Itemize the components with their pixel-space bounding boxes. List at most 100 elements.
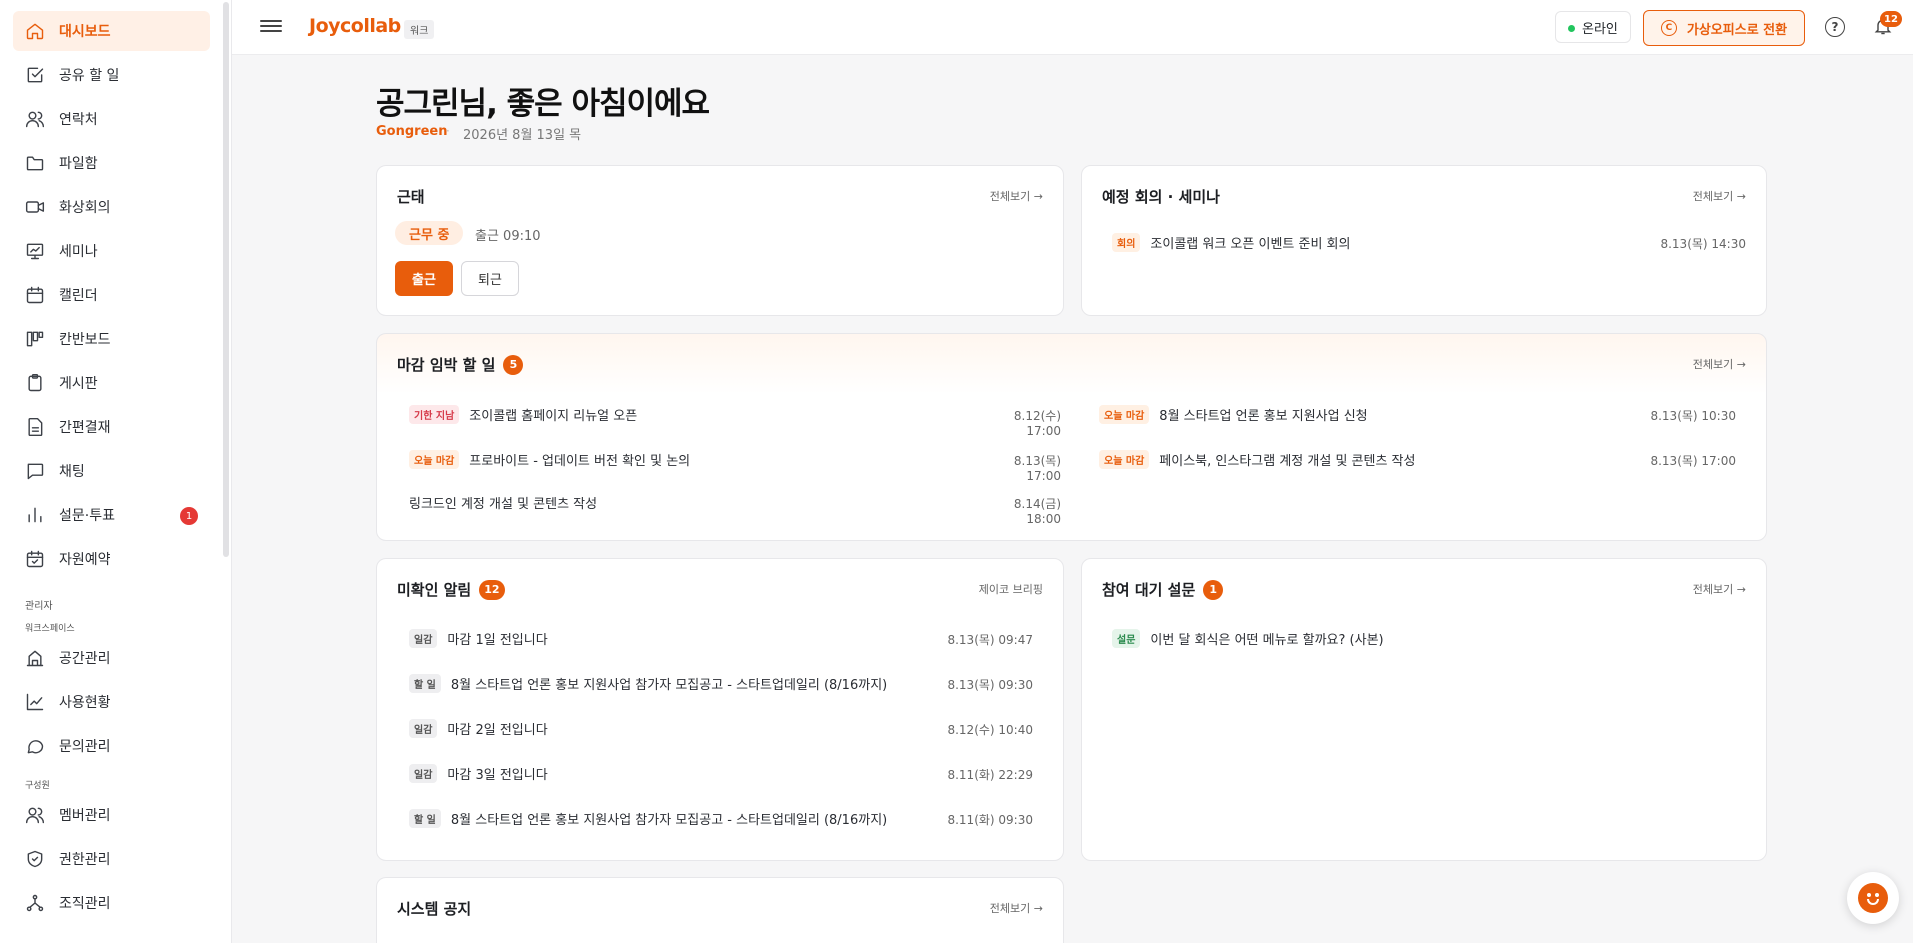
count-badge: 12 <box>479 579 505 600</box>
item-text: 페이스북, 인스타그램 계정 개설 및 콘텐츠 작성 <box>1159 454 1416 469</box>
sidebar-scrollbar[interactable] <box>223 2 229 557</box>
sidebar-item-permissions[interactable]: 권한관리 <box>13 839 210 879</box>
sidebar-item-shared-todo[interactable]: 공유 할 일 <box>13 55 210 95</box>
item-date: 8.13(목) 09:30 <box>947 678 1033 692</box>
list-item[interactable]: 오늘 마감 페이스북, 인스타그램 계정 개설 및 콘텐츠 작성 <box>1099 450 1415 469</box>
members-section-label: 구성원 <box>25 781 50 791</box>
hamburger-menu-icon[interactable] <box>260 17 282 37</box>
sidebar-item-kanban[interactable]: 칸반보드 <box>13 319 210 359</box>
virtual-office-button[interactable]: C 가상오피스로 전환 <box>1643 10 1805 46</box>
list-item[interactable]: 할 일 8월 스타트업 언론 홍보 지원사업 참가자 모집공고 - 스타트업데일… <box>409 809 887 828</box>
sidebar-item-label: 세미나 <box>59 244 98 260</box>
item-date: 8.13(목) 17:00 <box>1650 454 1736 468</box>
list-item[interactable]: 오늘 마감 8월 스타트업 언론 홍보 지원사업 신청 <box>1099 405 1368 424</box>
sidebar-item-survey[interactable]: 설문·투표 1 <box>13 495 210 535</box>
card-title-text: 마감 임박 할 일 <box>397 356 496 374</box>
bar-chart-icon <box>25 505 45 525</box>
item-date: 8.12(수) 10:40 <box>947 723 1033 737</box>
overdue-chip: 기한 지남 <box>409 405 460 424</box>
sidebar-item-label: 채팅 <box>59 464 85 480</box>
item-date: 8.13(목) 17:00 <box>1013 454 1061 483</box>
survey-badge: 1 <box>180 507 198 525</box>
sidebar-item-files[interactable]: 파일함 <box>13 143 210 183</box>
list-item[interactable]: 일감 마감 1일 전입니다 <box>409 629 548 648</box>
sidebar-item-space-admin[interactable]: 공간관리 <box>13 638 210 678</box>
item-text: 프로바이트 - 업데이트 버전 확인 및 논의 <box>469 454 691 469</box>
count-badge: 5 <box>503 354 524 375</box>
list-item[interactable]: 기한 지남 조이콜랩 홈페이지 리뉴얼 오픈 <box>409 405 637 424</box>
list-item[interactable]: 일감 마감 2일 전입니다 <box>409 719 548 738</box>
item-text: 조이콜랩 홈페이지 리뉴얼 오픈 <box>469 409 638 424</box>
building-icon <box>25 648 45 668</box>
check-out-button[interactable]: 퇴근 <box>461 261 519 296</box>
sidebar-item-label: 간편결재 <box>59 420 111 436</box>
smiley-icon <box>1858 883 1888 913</box>
today-chip: 오늘 마감 <box>1099 450 1150 469</box>
sidebar-item-label: 사용현황 <box>59 695 111 711</box>
message-icon <box>25 736 45 756</box>
sidebar-item-contacts[interactable]: 연락처 <box>13 99 210 139</box>
sidebar-item-inquiry[interactable]: 문의관리 <box>13 726 210 766</box>
item-date: 8.13(목) 09:47 <box>947 633 1033 647</box>
chatbot-fab-button[interactable] <box>1847 872 1899 924</box>
list-item[interactable]: 오늘 마감 프로바이트 - 업데이트 버전 확인 및 논의 <box>409 450 690 469</box>
sidebar-item-calendar[interactable]: 캘린더 <box>13 275 210 315</box>
home-icon <box>25 21 45 41</box>
card-title: 시스템 공지 <box>397 900 472 918</box>
see-all-link[interactable]: 전체보기 → <box>990 900 1043 916</box>
clipboard-icon <box>25 373 45 393</box>
item-text: 8월 스타트업 언론 홍보 지원사업 참가자 모집공고 - 스타트업데일리 (8… <box>450 678 888 693</box>
list-item[interactable]: 할 일 8월 스타트업 언론 홍보 지원사업 참가자 모집공고 - 스타트업데일… <box>409 674 887 693</box>
sidebar-item-org[interactable]: 조직관리 <box>13 883 210 923</box>
item-text: 8월 스타트업 언론 홍보 지원사업 참가자 모집공고 - 스타트업데일리 (8… <box>450 813 888 828</box>
card-title: 예정 회의 · 세미나 <box>1102 188 1220 206</box>
see-all-link[interactable]: 전체보기 → <box>1693 581 1746 597</box>
sidebar-item-chat[interactable]: 채팅 <box>13 451 210 491</box>
sidebar-item-board[interactable]: 게시판 <box>13 363 210 403</box>
item-text: 8월 스타트업 언론 홍보 지원사업 신청 <box>1159 409 1368 424</box>
check-in-button[interactable]: 출근 <box>395 261 453 296</box>
list-item[interactable]: 링크드인 계정 개설 및 콘텐츠 작성 <box>409 493 597 512</box>
card-title: 근태 <box>397 188 425 206</box>
calendar-check-icon <box>25 549 45 569</box>
sidebar-item-resource[interactable]: 자원예약 <box>13 539 210 579</box>
surveys-card: 참여 대기 설문 1 전체보기 → 설문 이번 달 회식은 어떤 메뉴로 할까요… <box>1081 558 1767 861</box>
see-all-link[interactable]: 전체보기 → <box>1693 188 1746 204</box>
list-item[interactable]: 설문 이번 달 회식은 어떤 메뉴로 할까요? (사본) <box>1112 629 1384 648</box>
system-notice-card: 시스템 공지 전체보기 → <box>376 877 1064 943</box>
page-title: 공그린님, 좋은 아침이에요 <box>376 86 710 122</box>
app-logo[interactable]: Joycollab <box>309 15 401 37</box>
see-all-link[interactable]: 전체보기 → <box>990 188 1043 204</box>
item-text: 마감 3일 전입니다 <box>447 768 548 783</box>
card-title-text: 미확인 알림 <box>397 581 472 599</box>
sidebar-item-approval[interactable]: 간편결재 <box>13 407 210 447</box>
list-item[interactable]: 일감 마감 3일 전입니다 <box>409 764 548 783</box>
checkbox-icon <box>25 65 45 85</box>
video-icon <box>25 197 45 217</box>
sidebar-item-dashboard[interactable]: 대시보드 <box>13 11 210 51</box>
sidebar-item-label: 조직관리 <box>59 896 111 912</box>
attendance-card: 근태 전체보기 → 근무 중 출근 09:10 출근 퇴근 <box>376 165 1064 316</box>
briefing-link[interactable]: 제이코 브리핑 <box>979 581 1043 597</box>
item-text: 이번 달 회식은 어떤 메뉴로 할까요? (사본) <box>1150 633 1384 648</box>
sidebar-item-usage[interactable]: 사용현황 <box>13 682 210 722</box>
sidebar-item-video-meeting[interactable]: 화상회의 <box>13 187 210 227</box>
users-icon <box>25 805 45 825</box>
see-all-link[interactable]: 전체보기 → <box>1693 356 1746 372</box>
sidebar-item-label: 게시판 <box>59 376 98 392</box>
online-status-button[interactable]: 온라인 <box>1555 11 1631 43</box>
sidebar-item-label: 멤버관리 <box>59 808 111 824</box>
sidebar-item-seminar[interactable]: 세미나 <box>13 231 210 271</box>
sidebar-item-label: 칸반보드 <box>59 332 111 348</box>
help-icon[interactable]: ? <box>1825 17 1845 37</box>
type-chip: 일감 <box>409 719 438 738</box>
sidebar-item-label: 대시보드 <box>59 24 111 40</box>
list-item[interactable]: 회의 조이콜랩 워크 오픈 이벤트 준비 회의 <box>1112 233 1350 252</box>
item-date: 8.13(목) 10:30 <box>1650 409 1736 423</box>
sidebar: 대시보드 공유 할 일 연락처 파일함 화상회의 세미나 캘린더 칸반보드 게시… <box>0 0 232 943</box>
presentation-icon <box>25 241 45 261</box>
sidebar-item-member-admin[interactable]: 멤버관리 <box>13 795 210 835</box>
admin-section-label: 관리자 <box>25 601 53 612</box>
item-date: 8.11(화) 09:30 <box>947 813 1033 827</box>
card-title: 참여 대기 설문 1 <box>1102 579 1224 600</box>
